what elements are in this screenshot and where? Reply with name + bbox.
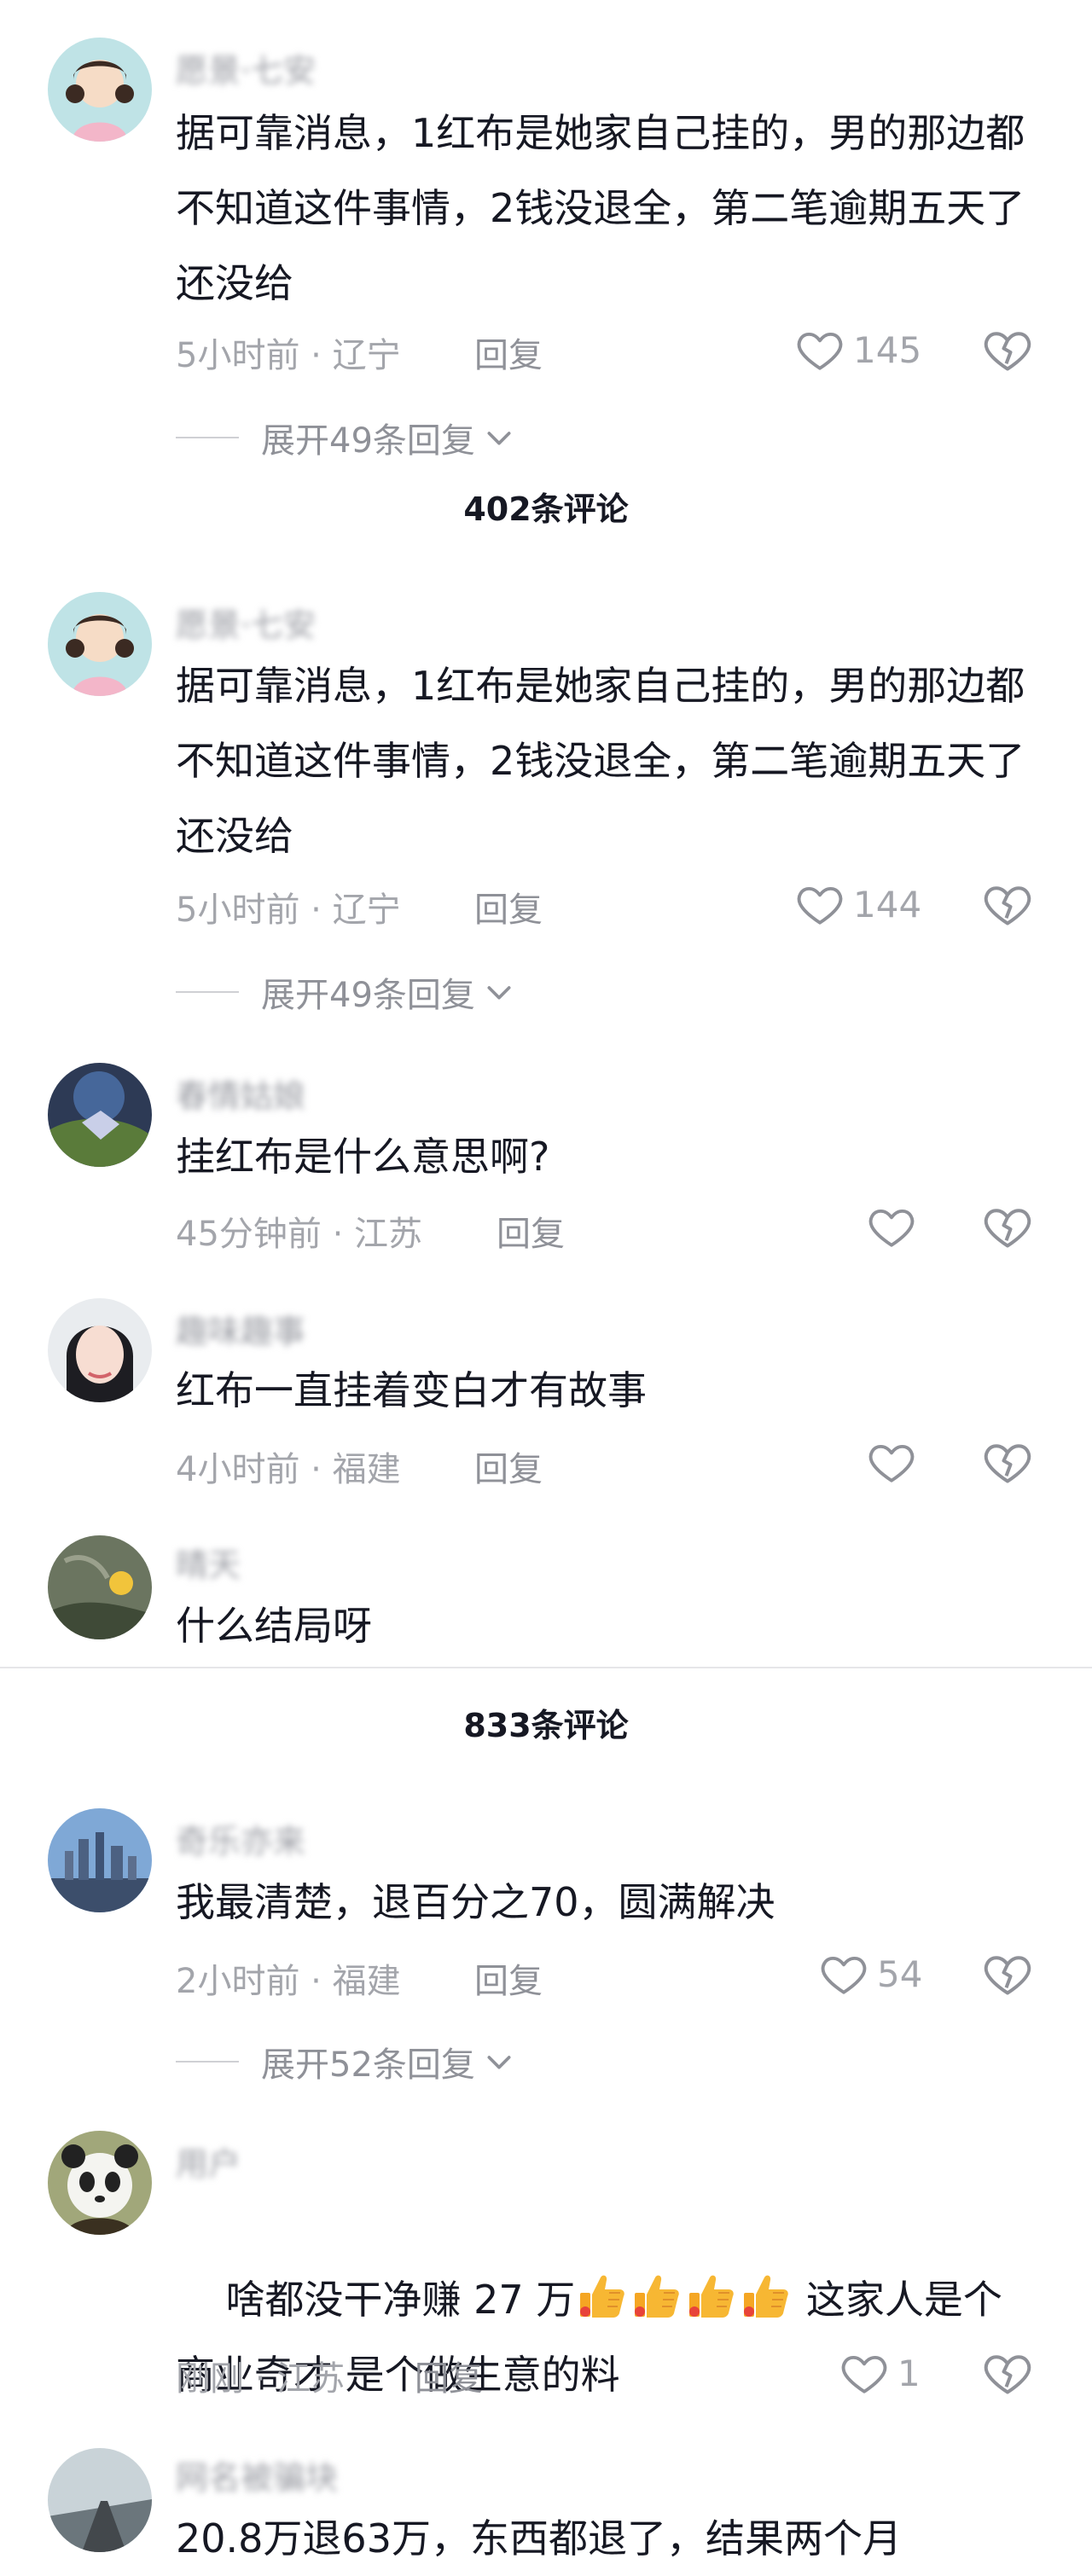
username[interactable]: 春情姑娘 (176, 1070, 305, 1117)
broken-heart-icon[interactable] (981, 2347, 1034, 2399)
heart-outline-icon (795, 879, 845, 929)
chevron-down-icon (482, 421, 516, 455)
username[interactable]: 网名被骗块 (176, 2451, 338, 2498)
like-button[interactable] (867, 1201, 916, 1252)
avatar[interactable] (48, 38, 152, 142)
comment-text-part: 这家人是个 (793, 2277, 1002, 2323)
comment-text: 20.8万退63万，东西都退了，结果两个月 (176, 2515, 902, 2561)
reply-button[interactable]: 回复 (474, 328, 543, 377)
comment-text-part: 啥都没干净赚 27 万 (225, 2277, 576, 2323)
username[interactable]: 趣味趣事 (176, 1305, 305, 1352)
heart-outline-icon (795, 325, 845, 374)
broken-heart-icon[interactable] (981, 879, 1034, 930)
comment-text: 据可靠消息，1红布是她家自己挂的，男的那边都不知道这件事情，2钱没退全，第二笔逾… (176, 663, 1025, 859)
username[interactable]: 奇乐亦来 (176, 1815, 305, 1862)
reply-button[interactable]: 回复 (415, 2351, 483, 2400)
like-button[interactable]: 1 (839, 2347, 921, 2399)
reply-button[interactable]: 回复 (474, 1442, 543, 1491)
like-button[interactable]: 145 (795, 324, 921, 375)
expand-replies-label: 展开52条回复 (261, 2045, 475, 2085)
broken-heart-icon[interactable] (981, 324, 1034, 375)
like-count: 1 (897, 2352, 921, 2394)
like-button[interactable]: 54 (819, 1948, 922, 1999)
comment-text: 据可靠消息，1红布是她家自己挂的，男的那边都不知道这件事情，2钱没退全，第二笔逾… (176, 110, 1025, 306)
comment-text: 啥都没干净赚 27 万 这家人是个 商业奇才 是个做生意的料 (176, 2187, 1046, 2487)
avatar[interactable] (48, 1298, 152, 1402)
comment-meta: 2小时前 · 福建 (176, 1962, 401, 2001)
like-button[interactable]: 144 (795, 879, 921, 930)
avatar[interactable] (48, 1808, 152, 1912)
expand-replies-button[interactable]: 展开49条回复 (176, 967, 516, 1017)
reply-button[interactable]: 回复 (497, 1206, 565, 1256)
avatar[interactable] (48, 2448, 152, 2552)
divider-dash (176, 437, 239, 438)
comment-count-header: 402条评论 (463, 490, 629, 528)
expand-replies-button[interactable]: 展开52条回复 (176, 2037, 516, 2086)
reply-button[interactable]: 回复 (474, 1953, 543, 2003)
comment-meta: 5小时前 · 辽宁 (176, 891, 401, 930)
avatar[interactable] (48, 1063, 152, 1167)
username[interactable]: 晴天 (176, 1539, 241, 1586)
thumbs-up-icon (630, 2269, 684, 2324)
avatar[interactable] (48, 592, 152, 696)
divider-dash (176, 2061, 239, 2063)
divider-dash (176, 991, 239, 993)
comment-count-header: 833条评论 (463, 1707, 629, 1744)
thumbs-up-icon (739, 2269, 793, 2324)
avatar[interactable] (48, 1535, 152, 1639)
like-count: 54 (877, 1952, 923, 1995)
comment-text: 什么结局呀 (176, 1603, 372, 1649)
comment-meta: 45分钟前 · 江苏 (176, 1215, 423, 1254)
chevron-down-icon (482, 975, 516, 1009)
expand-replies-label: 展开49条回复 (261, 976, 475, 1015)
thumbs-up-icon (684, 2269, 739, 2324)
chevron-down-icon (482, 2045, 516, 2079)
like-button[interactable] (867, 1436, 916, 1488)
avatar[interactable] (48, 2131, 152, 2235)
broken-heart-icon[interactable] (981, 1436, 1034, 1488)
expand-replies-button[interactable]: 展开49条回复 (176, 413, 516, 462)
broken-heart-icon[interactable] (981, 1201, 1034, 1252)
heart-outline-icon (867, 1437, 916, 1487)
heart-outline-icon (839, 2348, 889, 2398)
comment-text: 红布一直挂着变白才有故事 (176, 1367, 647, 1413)
heart-outline-icon (819, 1949, 868, 1999)
username[interactable]: 用户 (176, 2138, 241, 2184)
thumbs-up-icon (575, 2269, 630, 2324)
comment-meta: 5小时前 · 辽宁 (176, 336, 401, 375)
comment-meta: 4小时前 · 福建 (176, 1450, 401, 1489)
expand-replies-label: 展开49条回复 (261, 421, 475, 461)
like-count: 145 (853, 328, 922, 371)
comment-text: 挂红布是什么意思啊? (176, 1134, 550, 1180)
reply-button[interactable]: 回复 (474, 882, 543, 931)
comment-meta: 刚刚 · 江苏 (176, 2359, 346, 2399)
like-count: 144 (853, 883, 922, 925)
broken-heart-icon[interactable] (981, 1948, 1034, 1999)
username[interactable]: 愿景·七安 (176, 599, 316, 646)
section-divider (0, 1667, 1092, 1668)
comment-text: 我最清楚，退百分之70，圆满解决 (176, 1879, 775, 1925)
heart-outline-icon (867, 1202, 916, 1251)
username[interactable]: 愿景·七安 (176, 44, 316, 91)
